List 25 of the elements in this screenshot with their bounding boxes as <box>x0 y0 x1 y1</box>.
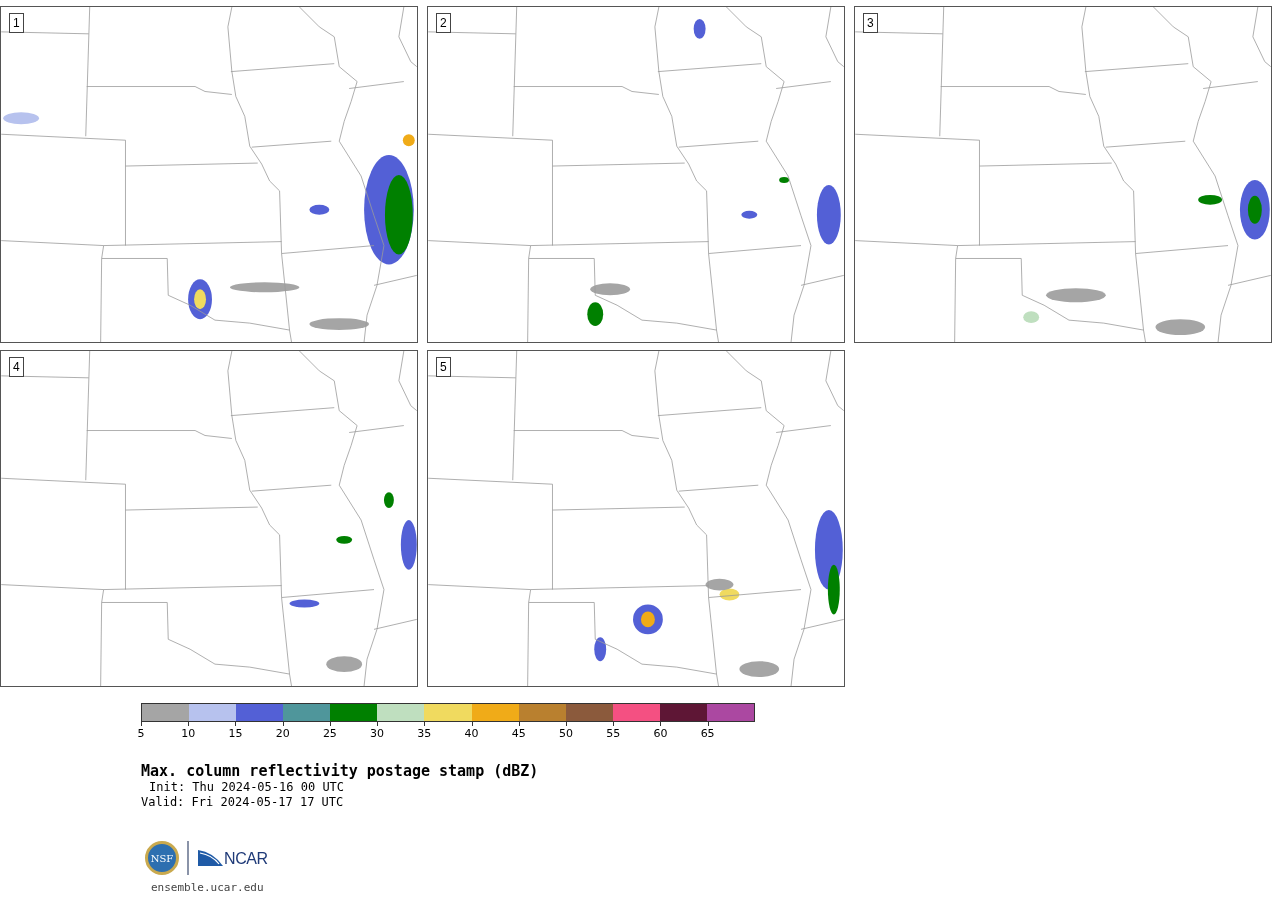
tick-label: 20 <box>275 727 290 740</box>
tick-label: 50 <box>558 727 573 740</box>
ncar-logo-text: NCAR <box>224 850 268 868</box>
chart-title: Max. column reflectivity postage stamp (dBZ) <box>141 762 540 780</box>
panel-number: 4 <box>9 357 24 377</box>
tick-label: 15 <box>228 727 243 740</box>
tick-label: 5 <box>137 727 145 740</box>
sail-icon <box>197 848 223 868</box>
tick-label: 25 <box>322 727 337 740</box>
panel-number: 2 <box>436 13 451 33</box>
panel-number: 3 <box>863 13 878 33</box>
site-url: ensemble.ucar.edu <box>150 881 265 895</box>
panel-number: 1 <box>9 13 24 33</box>
tick-label: 35 <box>417 727 432 740</box>
tick-label: 45 <box>511 727 526 740</box>
tick-label: 40 <box>464 727 479 740</box>
nsf-logo: NSF <box>145 841 179 875</box>
tick-label: 55 <box>606 727 621 740</box>
tick-label: 10 <box>181 727 196 740</box>
init-time: Init: Thu 2024-05-16 00 UTC <box>148 780 346 795</box>
valid-time: Valid: Fri 2024-05-17 17 UTC <box>141 795 345 810</box>
tick-label: 60 <box>653 727 668 740</box>
tick-label: 30 <box>370 727 385 740</box>
panel-number: 5 <box>436 357 451 377</box>
tick-label: 65 <box>700 727 715 740</box>
